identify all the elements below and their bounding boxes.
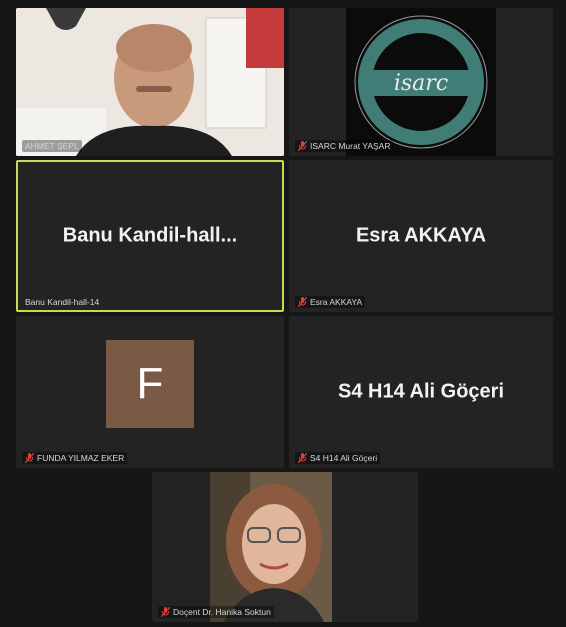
participant-avatar: F [106, 340, 194, 428]
participant-name-label: AHMET ŞEPL [22, 140, 82, 152]
participant-display-name: S4 H14 Ali Göçeri [338, 380, 504, 403]
participant-tile-ahmet[interactable]: AHMET ŞEPL [16, 8, 284, 156]
participant-tile-hanika[interactable]: Doçent Dr. Hanika Soktun [152, 472, 418, 622]
participant-tile-banu[interactable]: Banu Kandil-hall... Banu Kandil-hall-14 [16, 160, 284, 312]
participant-display-name: Banu Kandil-hall... [62, 224, 238, 247]
participant-name-label: S4 H14 Ali Göçeri [295, 452, 381, 464]
participant-tile-isarc[interactable]: isarc ISARC Murat YAŞAR [289, 8, 553, 156]
participant-video-feed [16, 8, 284, 156]
participant-tile-funda[interactable]: F FUNDA YILMAZ EKER [16, 316, 284, 468]
participant-name-label: Esra AKKAYA [295, 296, 366, 308]
participant-display-name: Esra AKKAYA [355, 224, 487, 247]
isarc-logo: isarc [346, 8, 496, 156]
muted-mic-icon [298, 141, 307, 151]
participant-video-feed [210, 472, 332, 622]
participant-name-label: FUNDA YILMAZ EKER [22, 452, 128, 464]
participant-name-label: ISARC Murat YAŞAR [295, 140, 394, 152]
participant-name-label: Banu Kandil-hall-14 [25, 297, 100, 307]
participant-tile-esra[interactable]: Esra AKKAYA Esra AKKAYA [289, 160, 553, 312]
muted-mic-icon [25, 453, 34, 463]
muted-mic-icon [298, 453, 307, 463]
svg-text:isarc: isarc [394, 71, 448, 96]
participant-tile-ali[interactable]: S4 H14 Ali Göçeri S4 H14 Ali Göçeri [289, 316, 553, 468]
muted-mic-icon [161, 607, 170, 617]
muted-mic-icon [298, 297, 307, 307]
participant-name-label: Doçent Dr. Hanika Soktun [158, 606, 274, 618]
